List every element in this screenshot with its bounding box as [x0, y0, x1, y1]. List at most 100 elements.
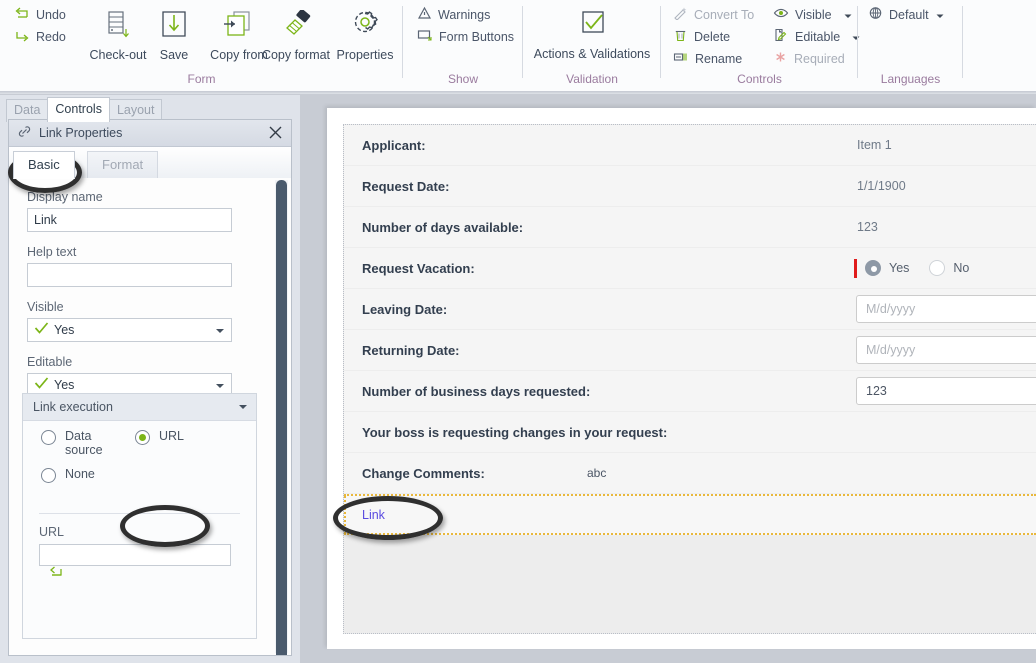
undo-button[interactable]: Undo — [14, 6, 66, 23]
form-row-link-control[interactable]: Link — [344, 494, 1036, 535]
save-button[interactable]: Save — [153, 10, 195, 62]
ribbon-group-languages: Default Languages — [858, 0, 963, 90]
delete-label: Delete — [694, 29, 731, 44]
ribbon-group-validation: Actions & Validations Validation — [523, 0, 661, 90]
warnings-button[interactable]: Warnings — [417, 6, 490, 23]
ribbon-group-controls: Convert To Delete Rename Visible Editabl… — [661, 0, 860, 90]
link-execution-group: Link execution Data source URL None URL — [22, 393, 257, 639]
radio-button-circle[interactable] — [41, 468, 56, 483]
help-text-input[interactable] — [27, 263, 232, 287]
required-label: Required — [794, 51, 845, 66]
chevron-down-icon[interactable] — [239, 405, 247, 409]
change-comments-label: Change Comments: — [362, 465, 485, 481]
form-buttons-icon — [417, 28, 433, 45]
default-language-button[interactable]: Default — [868, 6, 944, 23]
redo-button[interactable]: Redo — [14, 28, 66, 45]
help-text-label: Help text — [27, 245, 77, 259]
delete-button[interactable]: Delete — [673, 28, 730, 45]
radio-yes-label: Yes — [889, 261, 910, 275]
days-available-label: Number of days available: — [362, 219, 524, 235]
returning-date-input[interactable]: M/d/yyyy — [856, 336, 1036, 364]
url-input[interactable] — [39, 544, 231, 566]
sub-tab-basic[interactable]: Basic — [13, 151, 75, 179]
radio-button-circle[interactable] — [41, 430, 56, 445]
radio-no-label: No — [953, 261, 970, 275]
copy-from-icon — [223, 10, 255, 46]
returning-date-label: Returning Date: — [362, 342, 460, 358]
copy-format-button[interactable]: Copy format — [253, 8, 339, 62]
radio-button-circle[interactable] — [135, 430, 150, 445]
applicant-value: Item 1 — [857, 138, 892, 152]
redo-label: Redo — [36, 29, 66, 44]
link-properties-dialog: Link Properties Basic Format Display nam… — [8, 119, 292, 656]
visible-value: Yes — [54, 323, 75, 337]
form-row-request-date: Request Date: 1/1/1900 — [344, 166, 1036, 207]
sub-tab-format[interactable]: Format — [87, 151, 159, 179]
chevron-down-icon[interactable] — [216, 329, 224, 333]
rename-button[interactable]: Rename — [673, 50, 742, 67]
visible-button[interactable]: Visible — [773, 6, 852, 23]
form-row-change-comments: Change Comments: abc — [344, 453, 1036, 494]
display-name-input[interactable] — [27, 208, 232, 232]
form-row-applicant: Applicant: Item 1 — [344, 125, 1036, 166]
radio-button-no[interactable] — [929, 260, 946, 276]
form-row-returning-date: Returning Date: M/d/yyyy — [344, 330, 1036, 371]
form-row-days-available: Number of days available: 123 — [344, 207, 1036, 248]
link-control-label[interactable]: Link — [362, 508, 385, 522]
form-row-leaving-date: Leaving Date: M/d/yyyy — [344, 289, 1036, 330]
undo-arrow-icon — [14, 6, 30, 23]
leaving-date-label: Leaving Date: — [362, 301, 448, 317]
trash-can-icon — [673, 28, 688, 45]
check-out-button[interactable]: Check-out — [82, 10, 154, 62]
form-buttons-button[interactable]: Form Buttons — [417, 28, 514, 45]
editable-pencil-page-icon — [773, 28, 789, 45]
scrollbar-thumb[interactable] — [276, 180, 287, 655]
chevron-down-icon[interactable] — [216, 384, 224, 388]
form-container: Applicant: Item 1 Request Date: 1/1/1900… — [343, 124, 1036, 634]
tab-controls[interactable]: Controls — [47, 97, 110, 122]
left-properties-panel: Data Controls Layout Link Properties Basic… — [0, 95, 300, 663]
properties-scrollbar[interactable] — [275, 180, 288, 655]
form-row-boss-request-header: Your boss is requesting changes in your … — [344, 412, 1036, 453]
business-days-input[interactable]: 123 — [856, 377, 1036, 405]
form-row-request-vacation: Request Vacation: Yes No — [344, 248, 1036, 289]
radio-data-source[interactable]: Data source — [41, 429, 121, 457]
rename-label: Rename — [695, 51, 743, 66]
chevron-down-icon[interactable] — [936, 8, 944, 22]
properties-gear-icon — [350, 10, 380, 46]
ribbon-group-validation-title: Validation — [566, 72, 618, 86]
copy-format-brush-icon — [279, 8, 313, 46]
request-vacation-radio-group[interactable]: Yes No — [854, 258, 970, 278]
check-icon — [34, 319, 49, 341]
request-date-value: 1/1/1900 — [857, 179, 906, 193]
radio-button-yes[interactable] — [865, 260, 881, 276]
actions-validations-label: Actions & Validations — [533, 47, 651, 61]
ribbon-group-show-title: Show — [447, 72, 479, 86]
close-icon[interactable] — [267, 124, 284, 141]
convert-to-button[interactable]: Convert To — [673, 6, 754, 23]
editable-button[interactable]: Editable — [773, 28, 860, 45]
chevron-down-icon[interactable] — [844, 8, 852, 22]
save-download-icon — [159, 10, 189, 46]
check-out-icon — [105, 10, 131, 46]
divider — [39, 513, 240, 514]
ribbon-group-form: Undo Redo Check-out Save Copy from Copy … — [0, 0, 403, 90]
reset-arrow-icon[interactable] — [47, 566, 64, 585]
request-vacation-label: Request Vacation: — [362, 260, 475, 276]
ribbon-divider — [962, 6, 963, 78]
editable-label: Editable — [795, 29, 841, 44]
actions-validations-button[interactable]: Actions & Validations — [525, 10, 659, 61]
leaving-date-input[interactable]: M/d/yyyy — [856, 295, 1036, 323]
copy-format-label: Copy format — [261, 48, 331, 62]
link-execution-header[interactable]: Link execution — [23, 394, 256, 421]
required-button[interactable]: Required — [773, 50, 845, 67]
radio-none[interactable]: None — [41, 467, 95, 483]
radio-url-label: URL — [159, 429, 185, 443]
checkmark-box-icon — [575, 10, 609, 45]
radio-url[interactable]: URL — [135, 429, 184, 445]
visible-combo[interactable]: Yes — [27, 318, 232, 342]
properties-button[interactable]: Properties — [328, 10, 402, 62]
ribbon-toolbar: Undo Redo Check-out Save Copy from Copy … — [0, 0, 1036, 94]
applicant-label: Applicant: — [362, 137, 426, 153]
redo-arrow-icon — [14, 28, 30, 45]
